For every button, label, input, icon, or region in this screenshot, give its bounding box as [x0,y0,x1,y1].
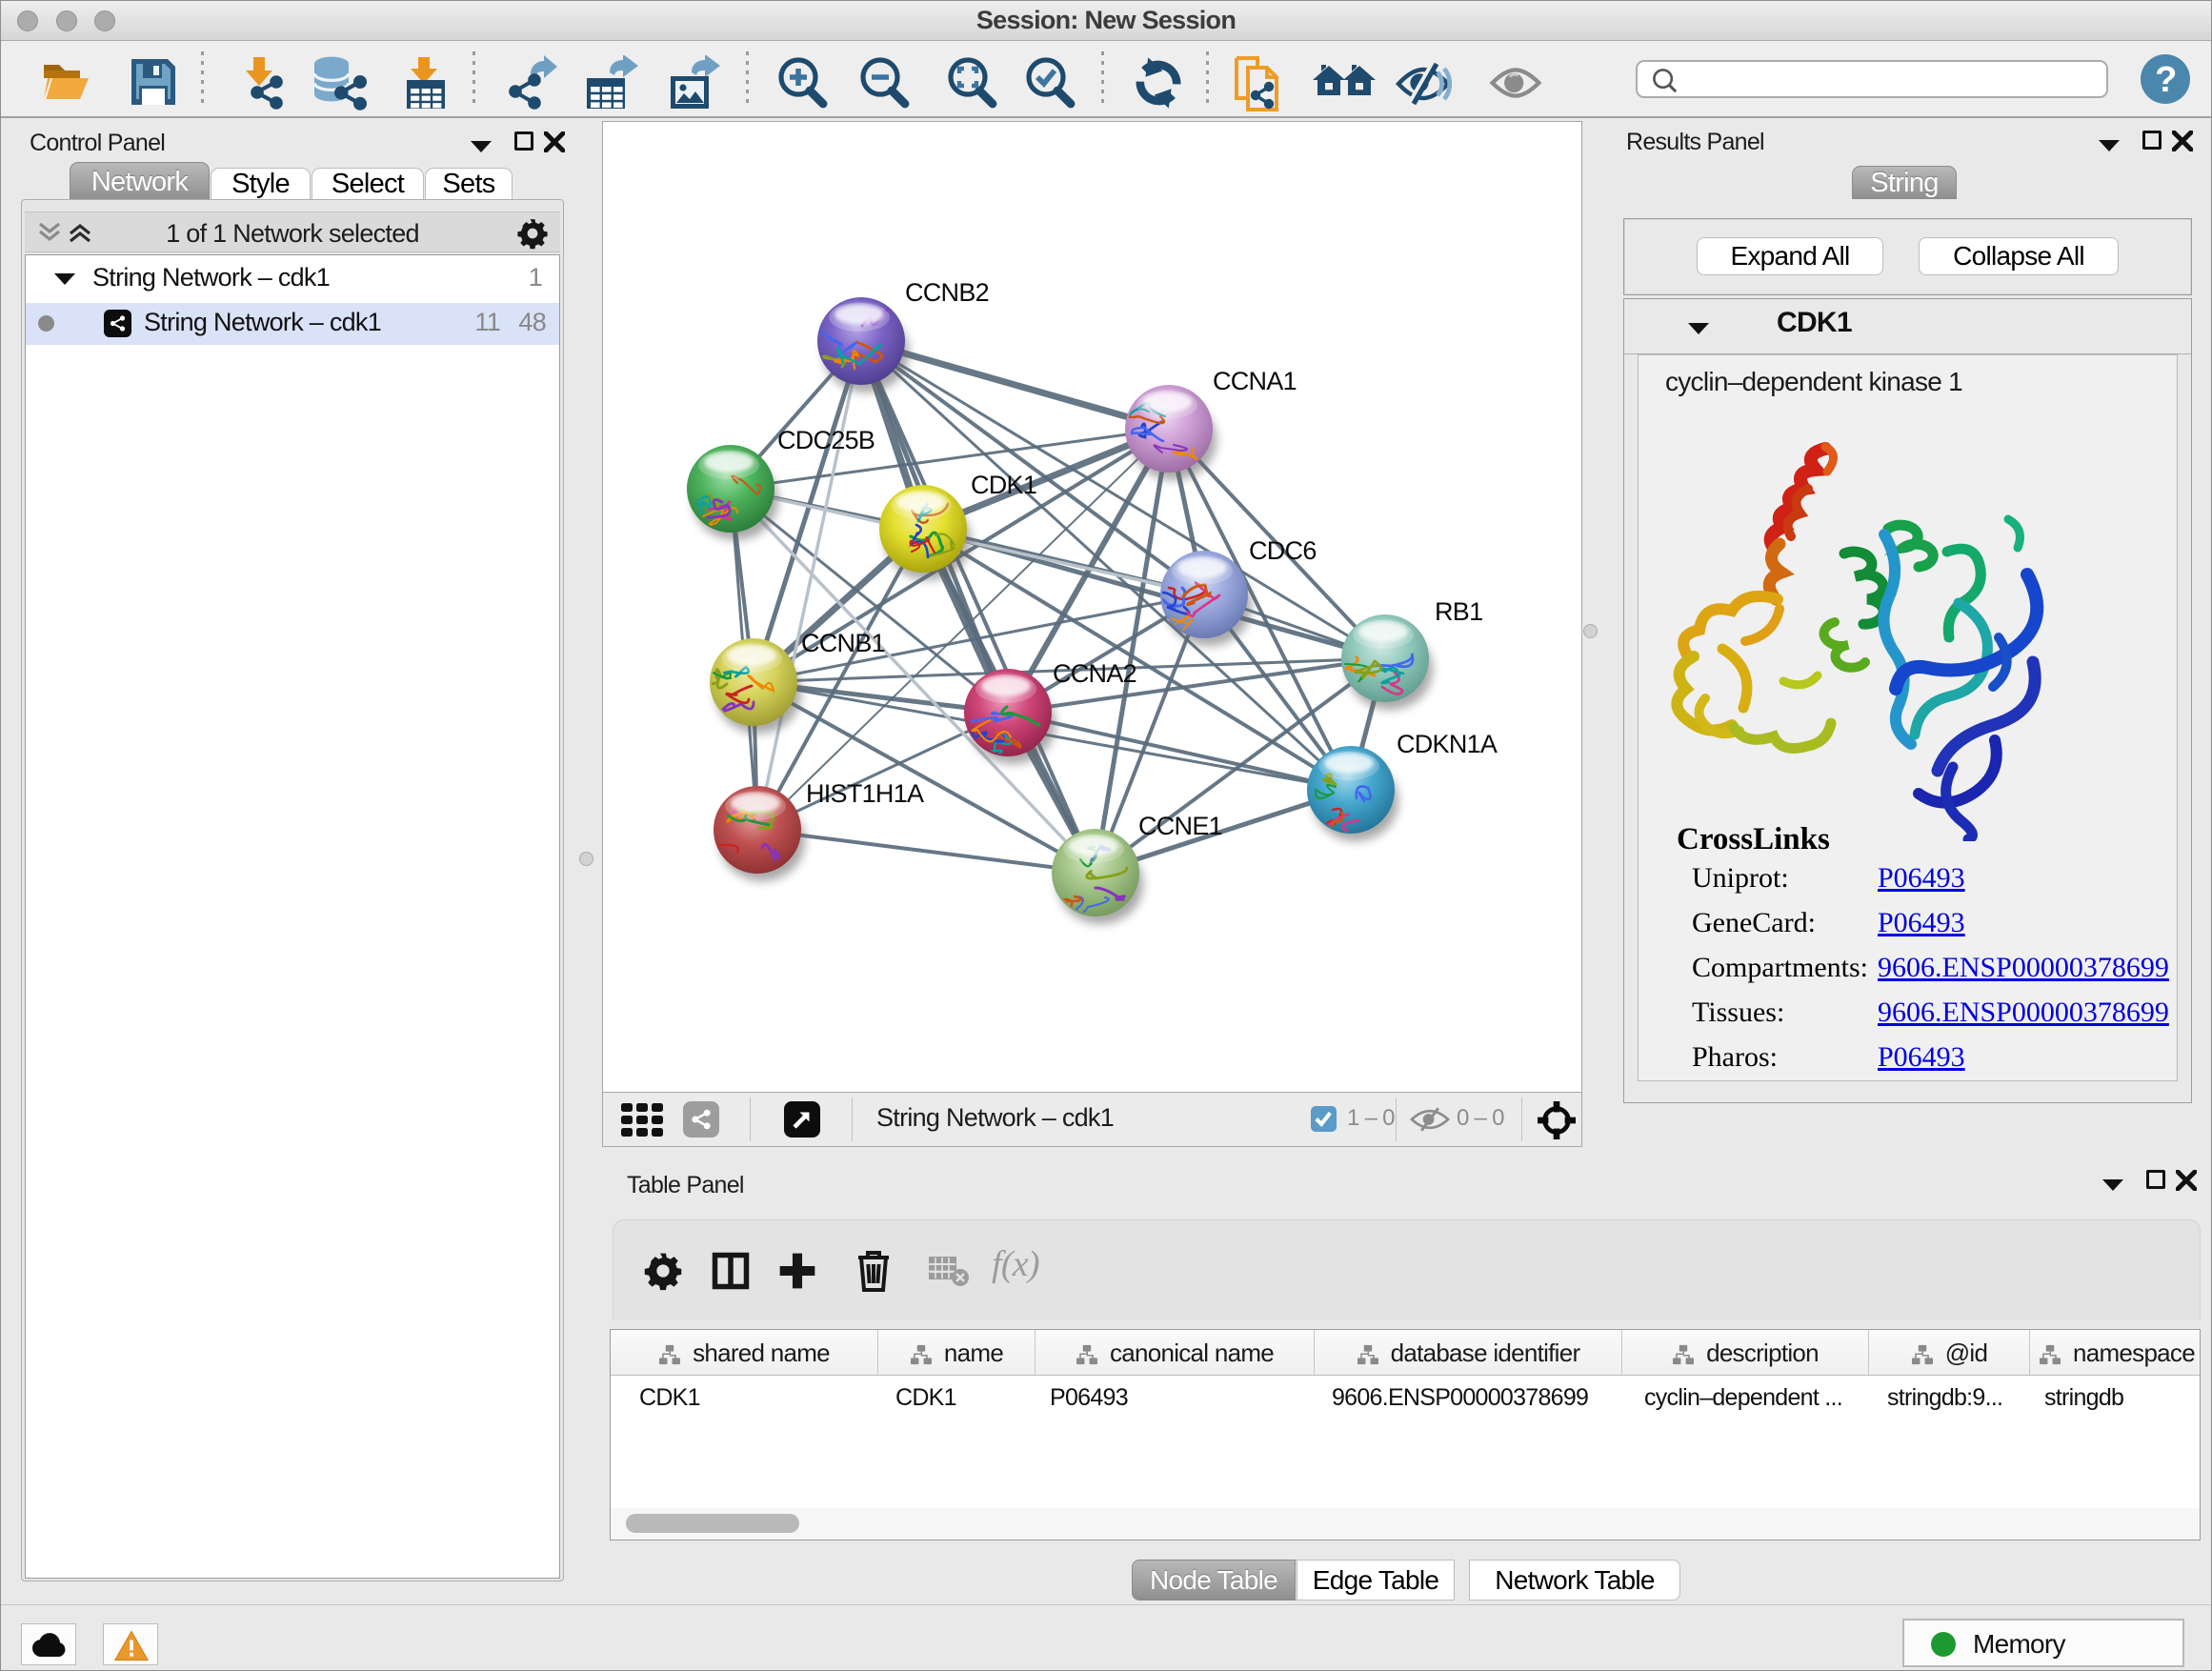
svg-text:CDK1: CDK1 [971,471,1036,499]
svg-text:?: ? [2155,60,2176,100]
svg-text:HIST1H1A: HIST1H1A [806,779,924,808]
svg-text:CDC25B: CDC25B [777,426,875,454]
svg-text:CCNB2: CCNB2 [905,278,989,307]
svg-text:CDC6: CDC6 [1249,536,1317,565]
svg-text:CCNE1: CCNE1 [1138,812,1222,840]
svg-text:CDKN1A: CDKN1A [1397,730,1498,758]
svg-text:CCNA2: CCNA2 [1053,659,1136,688]
svg-text:CCNA1: CCNA1 [1213,367,1297,395]
svg-text:CCNB1: CCNB1 [801,629,885,657]
svg-text:RB1: RB1 [1435,597,1482,626]
